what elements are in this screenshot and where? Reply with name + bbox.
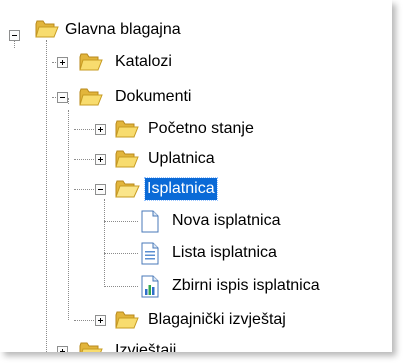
tree-node-uplatnica[interactable]: Uplatnica [0, 148, 300, 172]
tree-node-dokumenti[interactable]: Dokumenti [0, 86, 260, 110]
navigation-tree: Glavna blagajna Katalozi Dokumenti Počet… [0, 0, 392, 352]
folder-icon [79, 88, 103, 106]
folder-icon [115, 311, 139, 329]
tree-node-label: Katalozi [115, 53, 172, 70]
tree-node-label: Nova isplatnica [172, 212, 281, 229]
collapse-toggle[interactable] [57, 92, 68, 103]
folder-open-icon [115, 180, 140, 198]
tree-node-nova-isplatnica[interactable]: Nova isplatnica [0, 210, 330, 234]
expand-toggle[interactable] [57, 346, 68, 352]
tree-node-katalozi[interactable]: Katalozi [0, 51, 260, 75]
tree-node-label: Lista isplatnica [172, 244, 277, 261]
tree-node-isplatnica[interactable]: Isplatnica [0, 177, 300, 202]
tree-node-label: Glavna blagajna [65, 21, 181, 38]
folder-icon [115, 120, 139, 138]
list-document-icon [141, 242, 159, 265]
tree-node-label: Uplatnica [148, 150, 215, 167]
tree-node-izvjestaji[interactable]: Izvještaji [0, 340, 260, 352]
tree-node-pocetno-stanje[interactable]: Početno stanje [0, 118, 330, 142]
folder-icon [79, 53, 103, 71]
folder-icon [79, 342, 103, 352]
expand-toggle[interactable] [95, 124, 106, 135]
folder-icon [115, 150, 139, 168]
expand-toggle[interactable] [95, 315, 106, 326]
tree-node-label: Početno stanje [148, 120, 254, 137]
tree-node-label: Dokumenti [115, 88, 192, 105]
tree-node-zbirni-ispis-isplatnica[interactable]: Zbirni ispis isplatnica [0, 275, 392, 299]
new-document-icon [141, 210, 159, 233]
folder-icon [35, 20, 59, 38]
tree-node-lista-isplatnica[interactable]: Lista isplatnica [0, 242, 330, 266]
tree-panel: Glavna blagajna Katalozi Dokumenti Počet… [0, 0, 392, 352]
tree-node-label: Zbirni ispis isplatnica [172, 277, 320, 294]
collapse-toggle[interactable] [9, 30, 20, 41]
report-chart-icon [141, 275, 159, 298]
collapse-toggle[interactable] [95, 184, 106, 195]
expand-toggle[interactable] [95, 154, 106, 165]
tree-node-blagajnicki-izvjestaj[interactable]: Blagajnički izvještaj [0, 309, 370, 333]
tree-node-label: Blagajnički izvještaj [148, 311, 286, 328]
tree-node-glavna-blagajna[interactable]: Glavna blagajna [0, 18, 300, 42]
tree-node-label: Izvještaji [115, 342, 177, 352]
tree-node-label: Isplatnica [144, 177, 218, 201]
expand-toggle[interactable] [57, 57, 68, 68]
